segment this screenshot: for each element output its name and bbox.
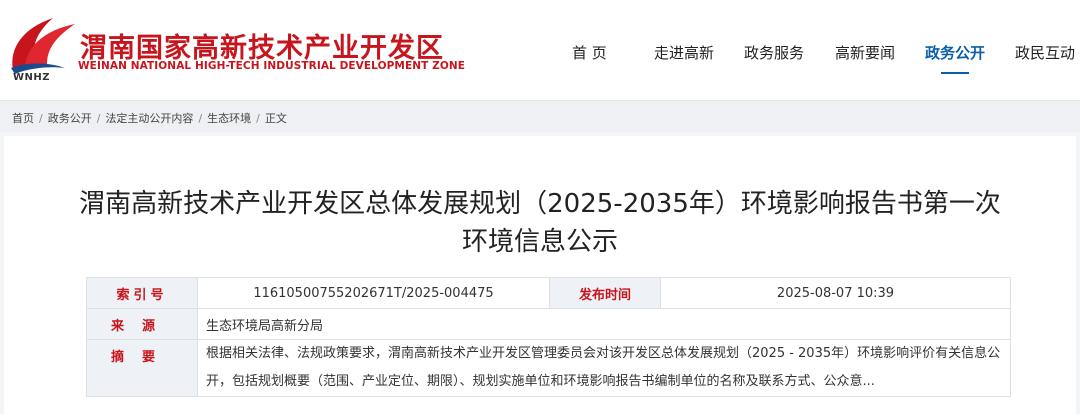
nav-item-news[interactable]: 高新要闻	[835, 42, 895, 63]
main-nav: 首 页 走进高新 政务服务 高新要闻 政务公开 政民互动	[0, 42, 1080, 82]
breadcrumb-current: 正文	[264, 112, 287, 125]
meta-row-source: 来源 生态环境局高新分局	[86, 308, 1011, 340]
meta-index-value: 11610500755202671T/2025-004475	[197, 277, 550, 309]
nav-item-services[interactable]: 政务服务	[744, 42, 804, 63]
meta-summary-value: 根据相关法律、法规政策要求，渭南高新技术产业开发区管理委员会对该开发区总体发展规…	[197, 339, 1011, 397]
nav-item-gov-open[interactable]: 政务公开	[925, 42, 985, 63]
breadcrumb: 首页 / 政务公开 / 法定主动公开内容 / 生态环境 / 正文	[12, 112, 287, 125]
article-title-line2: 环境信息公示	[461, 227, 618, 257]
site-header: 渭南国家高新技术产业开发区 WEINAN NATIONAL HIGH-TECH …	[0, 0, 1080, 100]
nav-item-interaction[interactable]: 政民互动	[1015, 42, 1075, 63]
meta-summary-label: 摘要	[86, 339, 198, 397]
meta-source-value: 生态环境局高新分局	[197, 308, 1011, 340]
meta-publish-label: 发布时间	[549, 277, 661, 309]
meta-source-label: 来源	[86, 308, 198, 340]
breadcrumb-statutory[interactable]: 法定主动公开内容	[105, 112, 193, 125]
breadcrumb-bar: 首页 / 政务公开 / 法定主动公开内容 / 生态环境 / 正文	[0, 100, 1080, 133]
article-title: 渭南高新技术产业开发区总体发展规划（2025-2035年）环境影响报告书第一次 …	[0, 185, 1080, 261]
meta-row-index: 索引号 11610500755202671T/2025-004475 发布时间 …	[86, 277, 1011, 309]
nav-item-home[interactable]: 首 页	[572, 42, 607, 63]
article-meta-table: 索引号 11610500755202671T/2025-004475 发布时间 …	[86, 277, 1011, 397]
meta-publish-value: 2025-08-07 10:39	[660, 277, 1011, 309]
nav-item-about[interactable]: 走进高新	[654, 42, 714, 63]
breadcrumb-home[interactable]: 首页	[12, 112, 34, 125]
article-title-line1: 渭南高新技术产业开发区总体发展规划（2025-2035年）环境影响报告书第一次	[79, 189, 1001, 219]
breadcrumb-gov-open[interactable]: 政务公开	[48, 112, 92, 125]
breadcrumb-ecology[interactable]: 生态环境	[207, 112, 251, 125]
nav-active-underline	[941, 72, 969, 74]
meta-row-summary: 摘要 根据相关法律、法规政策要求，渭南高新技术产业开发区管理委员会对该开发区总体…	[86, 339, 1011, 397]
meta-index-label: 索引号	[86, 277, 198, 309]
